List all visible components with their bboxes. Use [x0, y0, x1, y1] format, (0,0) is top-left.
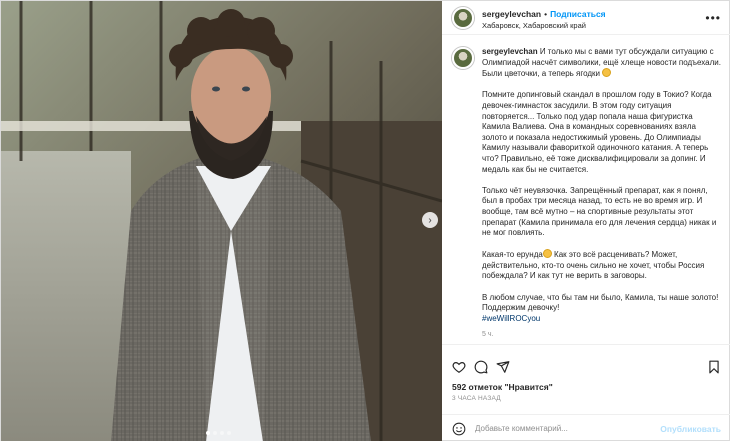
carousel-dots	[206, 431, 231, 435]
header-username[interactable]: sergeylevchan	[482, 9, 541, 19]
post-modal: › sergeylevchan • Подписаться Хабаровск, Х…	[0, 0, 730, 441]
portrait-image	[1, 1, 442, 441]
post-photo[interactable]: ›	[1, 1, 442, 441]
share-icon[interactable]	[496, 360, 510, 374]
emoji-icon[interactable]	[452, 422, 466, 436]
post-header: sergeylevchan • Подписаться Хабаровск, Хаб…	[442, 1, 730, 35]
comment-input[interactable]	[475, 424, 661, 433]
carousel-dot	[213, 431, 217, 435]
caption-paragraph-4a: Какая-то ерунда	[482, 250, 543, 260]
caption-time: 5 ч.	[482, 331, 494, 339]
action-bar	[442, 344, 730, 378]
follow-button[interactable]: Подписаться	[550, 9, 606, 19]
emoji-icon	[602, 68, 612, 78]
hashtag-link[interactable]: #weWillROCyou	[482, 314, 540, 323]
caption-paragraph-5: В любом случае, что бы там ни было, Ками…	[482, 292, 719, 313]
likes-count[interactable]: 592 отметок "Нравится"	[442, 378, 730, 392]
caption-avatar[interactable]	[452, 47, 474, 69]
caption-paragraph-3: Только чёт неувязочка. Запрещённый препа…	[482, 185, 717, 238]
carousel-dot	[220, 431, 224, 435]
bookmark-icon[interactable]	[707, 360, 721, 374]
heart-icon[interactable]	[452, 360, 466, 374]
carousel-next-button[interactable]: ›	[422, 212, 438, 228]
comment-bar: Опубликовать	[442, 414, 730, 441]
publish-button[interactable]: Опубликовать	[660, 424, 721, 434]
avatar[interactable]	[452, 6, 474, 29]
caption-username[interactable]: sergeylevchan	[482, 47, 538, 56]
post-side-panel: sergeylevchan • Подписаться Хабаровск, Хаб…	[442, 1, 730, 441]
emoji-icon	[542, 249, 552, 259]
comment-icon[interactable]	[474, 360, 488, 374]
caption: sergeylevchan И только мы с вами тут обс…	[442, 35, 730, 344]
location-link[interactable]: Хабаровск, Хабаровский край	[482, 22, 606, 31]
carousel-dot	[206, 431, 210, 435]
header-names: sergeylevchan • Подписаться Хабаровск, Хаб…	[482, 4, 606, 31]
separator: •	[544, 8, 548, 19]
chevron-right-icon: ›	[428, 214, 432, 226]
caption-body: sergeylevchan И только мы с вами тут обс…	[482, 47, 721, 344]
caption-paragraph-2: Помните допинговый скандал в прошлом год…	[482, 90, 712, 174]
carousel-dot	[227, 431, 231, 435]
more-options-icon[interactable]: •••	[705, 11, 721, 25]
post-timestamp: 3 ЧАСА НАЗАД	[452, 395, 501, 402]
